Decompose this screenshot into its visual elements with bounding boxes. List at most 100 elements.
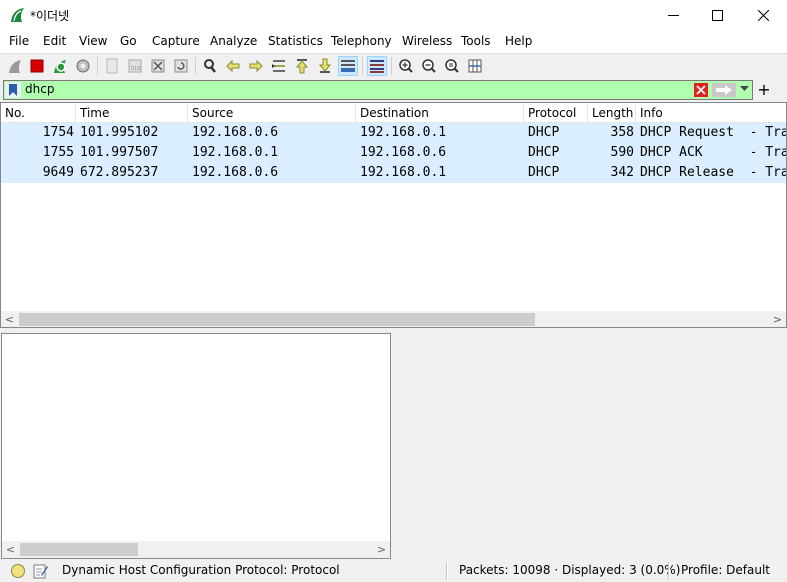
wireshark-app-icon bbox=[11, 8, 24, 22]
main-toolbar: 010 bbox=[0, 53, 787, 77]
column-header-info[interactable]: Info bbox=[636, 103, 786, 123]
open-file-button[interactable] bbox=[102, 56, 122, 76]
go-forward-icon bbox=[249, 59, 263, 73]
menu-analyze[interactable]: Analyze bbox=[210, 34, 257, 48]
clear-filter-icon[interactable] bbox=[694, 83, 708, 97]
go-first-icon bbox=[295, 59, 309, 74]
table-row[interactable]: 1755 101.997507 192.168.0.1 192.168.0.6 … bbox=[1, 143, 786, 163]
close-file-icon bbox=[151, 59, 165, 73]
column-header-destination[interactable]: Destination bbox=[356, 103, 524, 123]
scroll-right-arrow-icon[interactable]: > bbox=[769, 311, 786, 327]
status-protocol-text: Dynamic Host Configuration Protocol: Pro… bbox=[62, 563, 340, 577]
reload-file-icon bbox=[174, 59, 188, 73]
toolbar-separator bbox=[362, 57, 363, 75]
menu-telephony[interactable]: Telephony bbox=[331, 34, 392, 48]
scrollbar-thumb[interactable] bbox=[20, 543, 138, 556]
stop-capture-button[interactable] bbox=[27, 56, 47, 76]
edit-comment-icon[interactable] bbox=[33, 563, 49, 579]
minimize-button[interactable] bbox=[650, 0, 696, 30]
go-back-icon bbox=[226, 59, 240, 73]
menu-help[interactable]: Help bbox=[505, 34, 532, 48]
cell-destination: 192.168.0.1 bbox=[360, 125, 447, 140]
cell-info: DHCP Release - Tra bbox=[640, 165, 786, 180]
start-capture-button[interactable] bbox=[5, 56, 25, 76]
open-file-icon bbox=[106, 58, 118, 74]
packet-details-pane[interactable]: < > bbox=[1, 333, 391, 559]
cell-no: 9649 bbox=[42, 165, 74, 180]
window-title: *이더넷 bbox=[30, 9, 70, 23]
minimize-icon bbox=[667, 14, 679, 16]
cell-time: 101.997507 bbox=[80, 145, 159, 160]
normal-size-button[interactable] bbox=[442, 56, 462, 76]
column-header-source[interactable]: Source bbox=[188, 103, 356, 123]
scrollbar-thumb[interactable] bbox=[19, 313, 535, 326]
restart-capture-button[interactable] bbox=[50, 56, 70, 76]
go-forward-button[interactable] bbox=[246, 56, 266, 76]
cell-time: 672.895237 bbox=[80, 165, 159, 180]
go-back-button[interactable] bbox=[223, 56, 243, 76]
cell-info: DHCP ACK - Tra bbox=[640, 145, 786, 160]
bookmark-icon[interactable] bbox=[5, 82, 21, 98]
resize-columns-button[interactable] bbox=[465, 56, 485, 76]
table-row[interactable]: 1754 101.995102 192.168.0.6 192.168.0.1 … bbox=[1, 123, 786, 143]
zoom-out-button[interactable] bbox=[419, 56, 439, 76]
scroll-left-arrow-icon[interactable]: < bbox=[1, 311, 18, 327]
column-header-length[interactable]: Length bbox=[588, 103, 636, 123]
zoom-out-icon bbox=[422, 59, 436, 73]
apply-filter-icon[interactable] bbox=[712, 83, 736, 97]
toolbar-separator bbox=[97, 57, 98, 75]
packet-list-horizontal-scrollbar[interactable]: < > bbox=[1, 311, 786, 327]
go-to-packet-button[interactable] bbox=[269, 56, 289, 76]
table-row[interactable]: 9649 672.895237 192.168.0.6 192.168.0.1 … bbox=[1, 163, 786, 183]
autoscroll-button[interactable] bbox=[338, 56, 358, 76]
scroll-right-arrow-icon[interactable]: > bbox=[373, 541, 390, 558]
reload-file-button[interactable] bbox=[171, 56, 191, 76]
go-first-button[interactable] bbox=[292, 56, 312, 76]
colorize-button[interactable] bbox=[367, 56, 387, 76]
packet-list-header: No. Time Source Destination Protocol Len… bbox=[1, 103, 786, 123]
packet-details-horizontal-scrollbar[interactable]: < > bbox=[2, 541, 390, 558]
packet-list[interactable]: No. Time Source Destination Protocol Len… bbox=[0, 102, 787, 328]
add-filter-button[interactable]: + bbox=[757, 80, 771, 100]
cell-length: 590 bbox=[610, 145, 634, 160]
status-packets-text: Packets: 10098 · Displayed: 3 (0.0%) bbox=[459, 563, 681, 577]
go-to-packet-icon bbox=[272, 60, 285, 72]
packet-bytes-pane[interactable] bbox=[396, 333, 787, 559]
autoscroll-icon bbox=[341, 60, 355, 72]
menu-go[interactable]: Go bbox=[120, 34, 137, 48]
maximize-button[interactable] bbox=[694, 0, 740, 30]
column-header-no[interactable]: No. bbox=[1, 103, 76, 123]
menu-wireless[interactable]: Wireless bbox=[402, 34, 452, 48]
find-packet-icon bbox=[204, 59, 216, 73]
toolbar-separator bbox=[391, 57, 392, 75]
chevron-down-icon[interactable] bbox=[740, 86, 749, 92]
status-profile-text[interactable]: Profile: Default bbox=[681, 563, 770, 577]
cell-time: 101.995102 bbox=[80, 125, 159, 140]
capture-options-button[interactable] bbox=[73, 56, 93, 76]
display-filter-bar[interactable]: dhcp bbox=[3, 80, 753, 100]
go-last-button[interactable] bbox=[315, 56, 335, 76]
cell-no: 1754 bbox=[42, 125, 74, 140]
cell-protocol: DHCP bbox=[528, 145, 560, 160]
menu-tools[interactable]: Tools bbox=[461, 34, 491, 48]
menu-statistics[interactable]: Statistics bbox=[268, 34, 323, 48]
expert-info-status-icon[interactable] bbox=[11, 564, 25, 578]
cell-length: 358 bbox=[610, 125, 634, 140]
svg-text:010: 010 bbox=[131, 66, 141, 72]
stop-capture-icon bbox=[30, 59, 44, 73]
close-file-button[interactable] bbox=[148, 56, 168, 76]
filter-input[interactable]: dhcp bbox=[25, 82, 54, 96]
scroll-left-arrow-icon[interactable]: < bbox=[2, 541, 19, 558]
menu-file[interactable]: File bbox=[9, 34, 29, 48]
zoom-in-button[interactable] bbox=[396, 56, 416, 76]
menu-view[interactable]: View bbox=[79, 34, 107, 48]
cell-info: DHCP Request - Tra bbox=[640, 125, 786, 140]
column-header-time[interactable]: Time bbox=[76, 103, 188, 123]
close-window-button[interactable] bbox=[740, 0, 786, 30]
menu-edit[interactable]: Edit bbox=[43, 34, 66, 48]
find-packet-button[interactable] bbox=[200, 56, 220, 76]
toolbar-separator bbox=[195, 57, 196, 75]
save-file-button[interactable]: 010 bbox=[125, 56, 145, 76]
menu-capture[interactable]: Capture bbox=[152, 34, 200, 48]
column-header-protocol[interactable]: Protocol bbox=[524, 103, 588, 123]
